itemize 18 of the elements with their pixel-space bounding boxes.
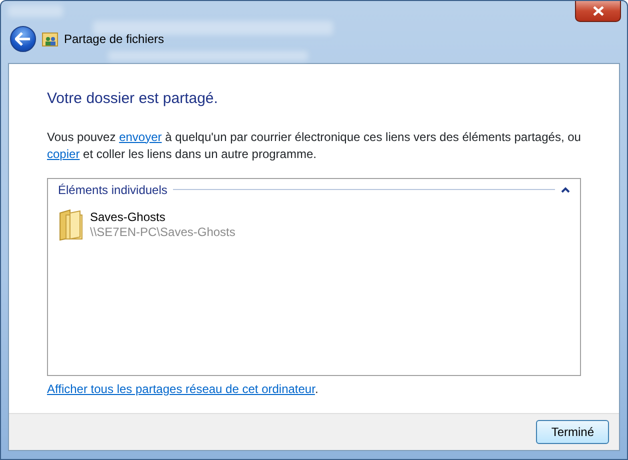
back-button[interactable] [10, 26, 36, 52]
collapse-icon[interactable] [561, 186, 570, 192]
done-button[interactable]: Terminé [536, 420, 609, 444]
folder-path: \\SE7EN-PC\Saves-Ghosts [90, 224, 236, 240]
folder-name: Saves-Ghosts [90, 210, 166, 224]
inline-link[interactable]: envoyer [119, 130, 162, 144]
back-arrow-icon [15, 32, 31, 46]
close-button[interactable] [575, 1, 621, 22]
close-icon [592, 6, 604, 16]
heading: Votre dossier est partagé. [47, 89, 219, 109]
inline-link[interactable]: copier [47, 146, 80, 160]
period-text: . [314, 382, 318, 396]
folder-icon [58, 208, 84, 240]
shared-folder-icon [42, 31, 58, 47]
window-title: Partage de fichiers [64, 31, 164, 48]
show-all-shares-link[interactable]: Afficher tous les partages réseau de cet ordinateur [47, 382, 315, 396]
group-title: Éléments individuels [58, 182, 168, 198]
instructions-text: Vous pouvez envoyer à quelqu'un par courrier électronique ces liens vers des éléments partagés, ou copier et coller les liens dans un autre programme. [47, 128, 581, 162]
